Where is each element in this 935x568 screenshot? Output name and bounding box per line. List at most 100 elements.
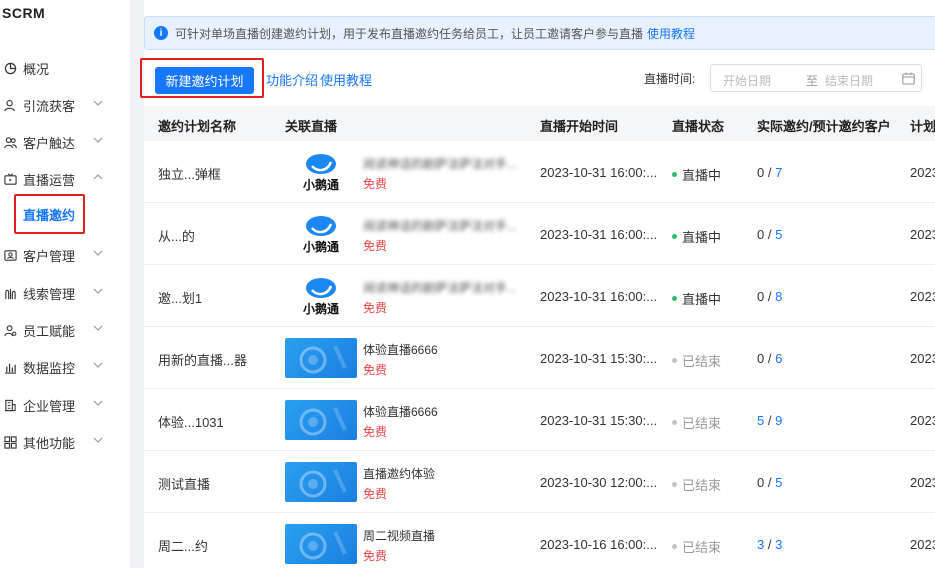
table-row: 周二...约 周二视频直播 免费 2023-10-16 16:00:... 已结束 3 /… <box>144 513 935 568</box>
table-row: 独立...弹框 小鹅通 阅读神话的剧萨法萨法对手... 免费 2023-10-31 16… <box>144 141 935 203</box>
start-time: 2023-10-31 16:00:... <box>540 165 658 180</box>
actual-count: 0 <box>757 289 765 304</box>
tutorial-link[interactable]: 使用教程 <box>320 70 372 89</box>
expected-count[interactable]: 8 <box>775 289 782 304</box>
sidebar-item-staff[interactable]: 员工赋能 <box>0 318 120 342</box>
start-time: 2023-10-31 15:30:... <box>540 413 658 428</box>
sidebar-item-label: 直播运营 <box>23 172 76 188</box>
chevron-up-icon <box>93 174 103 180</box>
sidebar-item-leads[interactable]: 线索管理 <box>0 281 120 305</box>
plan-time: 2023 <box>910 289 935 304</box>
plan-time: 2023 <box>910 537 935 552</box>
status-badge: 直播中 <box>672 165 721 184</box>
status-badge: 已结束 <box>672 413 721 432</box>
expected-count[interactable]: 9 <box>775 413 782 428</box>
plan-name: 周二...约 <box>158 539 208 554</box>
sidebar-item-label: 线索管理 <box>23 286 76 302</box>
status-text: 已结束 <box>682 540 722 555</box>
sidebar-item-live-ops[interactable]: 直播运营 <box>0 167 120 191</box>
status-dot-icon <box>672 544 677 549</box>
expected-count[interactable]: 5 <box>775 475 782 490</box>
invite-count: 3 / 3 <box>757 537 783 552</box>
plan-name: 体验...1031 <box>158 415 224 430</box>
live-title: 体验直播6666 <box>363 343 438 357</box>
sidebar-item-overview[interactable]: 概况 <box>0 56 120 80</box>
status-dot-icon <box>672 234 677 239</box>
start-time: 2023-10-31 16:00:... <box>540 289 658 304</box>
sidebar-item-customers[interactable]: 客户管理 <box>0 243 120 267</box>
create-invite-plan-button[interactable]: 新建邀约计划 <box>155 67 254 94</box>
contact-card-icon <box>3 248 17 262</box>
col-status: 直播状态 <box>672 119 725 134</box>
live-cover-image <box>285 462 357 502</box>
start-time: 2023-10-30 12:00:... <box>540 475 658 490</box>
status-dot-icon <box>672 482 677 487</box>
start-time: 2023-10-31 16:00:... <box>540 227 658 242</box>
plan-time: 2023 <box>910 475 935 490</box>
table-row: 邀...划1 小鹅通 阅读神话的剧萨法萨法对手... 免费 2023-10-31 16:… <box>144 265 935 327</box>
sidebar-item-label: 客户管理 <box>23 248 76 264</box>
brand-logo-text: SCRM <box>2 5 46 21</box>
clue-icon <box>3 286 17 300</box>
free-tag: 免费 <box>363 239 388 253</box>
sidebar-item-label: 员工赋能 <box>23 323 76 339</box>
sidebar-item-label: 其他功能 <box>23 435 76 451</box>
calendar-icon <box>902 72 915 85</box>
status-badge: 已结束 <box>672 475 721 494</box>
status-text: 已结束 <box>682 354 722 369</box>
invite-count: 0 / 7 <box>757 165 783 180</box>
free-tag: 免费 <box>363 549 388 563</box>
sidebar-item-other[interactable]: 其他功能 <box>0 430 120 454</box>
expected-count[interactable]: 3 <box>775 537 782 552</box>
live-cover-image <box>285 524 357 564</box>
sidebar-subitem-live-invite[interactable]: 直播邀约 <box>14 194 85 234</box>
actual-count: 0 <box>757 227 765 242</box>
expected-count[interactable]: 7 <box>775 165 782 180</box>
status-dot-icon <box>672 358 677 363</box>
sidebar-item-reach[interactable]: 客户触达 <box>0 130 120 154</box>
actual-count[interactable]: 3 <box>757 537 764 552</box>
col-invite-count: 实际邀约/预计邀约客户 <box>757 119 891 134</box>
plan-name: 用新的直播...器 <box>158 353 247 368</box>
sidebar-item-label: 概况 <box>23 61 50 77</box>
plan-time: 2023 <box>910 227 935 242</box>
sidebar-item-enterprise[interactable]: 企业管理 <box>0 393 120 417</box>
end-date-input[interactable]: 结束日期 <box>825 72 873 89</box>
status-dot-icon <box>672 296 677 301</box>
chevron-down-icon <box>93 137 103 143</box>
free-tag: 免费 <box>363 301 388 315</box>
staff-icon <box>3 323 17 337</box>
sidebar-item-acquisition[interactable]: 引流获客 <box>0 93 120 117</box>
building-icon <box>3 398 17 412</box>
date-range-picker[interactable]: 开始日期 至 结束日期 <box>710 64 922 92</box>
grid-icon <box>3 435 17 449</box>
chevron-down-icon <box>93 100 103 106</box>
start-time: 2023-10-31 15:30:... <box>540 351 658 366</box>
svg-text:小鹅通: 小鹅通 <box>303 239 339 254</box>
col-live: 关联直播 <box>285 119 338 134</box>
start-date-input[interactable]: 开始日期 <box>723 72 771 89</box>
live-title: 阅读神话的剧萨法萨法对手... <box>363 281 518 295</box>
table-header: 邀约计划名称 关联直播 直播开始时间 直播状态 实际邀约/预计邀约客户 计划 <box>144 106 935 141</box>
feature-intro-link[interactable]: 功能介绍 <box>266 70 318 89</box>
tv-icon <box>3 172 17 186</box>
notice-tutorial-link[interactable]: 使用教程 <box>647 25 695 42</box>
sidebar-item-data-monitor[interactable]: 数据监控 <box>0 355 120 379</box>
live-cover-image: 小鹅通 <box>285 276 357 316</box>
chevron-down-icon <box>93 325 103 331</box>
live-cover-image <box>285 338 357 378</box>
live-cover-image: 小鹅通 <box>285 152 357 192</box>
plan-name: 测试直播 <box>158 477 211 492</box>
start-time: 2023-10-16 16:00:... <box>540 537 658 552</box>
invite-count: 0 / 5 <box>757 227 783 242</box>
chevron-down-icon <box>93 400 103 406</box>
expected-count[interactable]: 6 <box>775 351 782 366</box>
actual-count[interactable]: 5 <box>757 413 764 428</box>
expected-count[interactable]: 5 <box>775 227 782 242</box>
main-content: i 可针对单场直播创建邀约计划，用于发布直播邀约任务给员工，让员工邀请客户参与直… <box>130 0 935 568</box>
actual-count: 0 <box>757 165 765 180</box>
chevron-down-icon <box>93 288 103 294</box>
chevron-down-icon <box>93 362 103 368</box>
invite-count: 0 / 6 <box>757 351 783 366</box>
status-text: 直播中 <box>682 230 722 245</box>
